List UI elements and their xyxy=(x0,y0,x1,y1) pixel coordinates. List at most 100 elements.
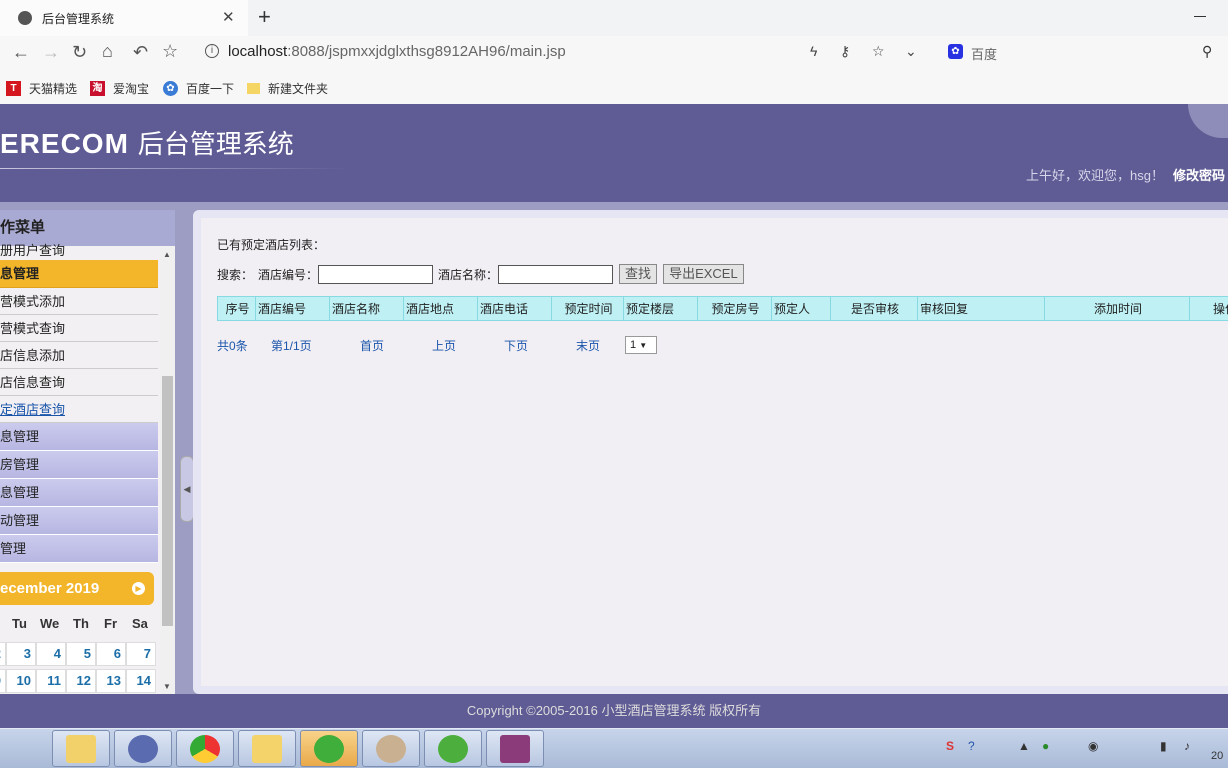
change-password-link[interactable]: 修改密码 xyxy=(1173,165,1225,184)
lightning-icon[interactable]: ϟ xyxy=(810,43,817,59)
hotel-name-input[interactable] xyxy=(498,264,614,284)
sidebar-category-info[interactable]: 息管理 xyxy=(0,423,158,451)
info-icon[interactable]: i xyxy=(205,44,219,58)
calendar-day[interactable]: 11 xyxy=(36,669,66,693)
chrome-icon xyxy=(190,735,220,763)
calendar-day[interactable]: 3 xyxy=(6,642,36,666)
reload-icon[interactable]: ↻ xyxy=(72,42,87,63)
column-header: 预定时间 xyxy=(551,296,624,321)
calendar-day[interactable]: 6 xyxy=(96,642,126,666)
search-icon[interactable]: ⚲ xyxy=(1202,43,1212,60)
taskbar-tools[interactable] xyxy=(52,730,110,767)
export-excel-button[interactable]: 导出EXCEL xyxy=(663,264,744,284)
dreamweaver-icon xyxy=(438,735,468,763)
pager-first-link[interactable]: 首页 xyxy=(360,337,384,354)
help-icon[interactable]: ? xyxy=(968,739,975,753)
sidebar-item-hotel-add[interactable]: 店信息添加 xyxy=(0,342,158,369)
table-header-row: 序号 酒店编号 酒店名称 酒店地点 酒店电话 预定时间 预定楼层 预定房号 预定… xyxy=(217,296,1228,321)
calendar-day[interactable]: 12 xyxy=(66,669,96,693)
pager-prev-link[interactable]: 上页 xyxy=(432,337,456,354)
column-header: 酒店名称 xyxy=(329,296,404,321)
calendar-day[interactable]: 7 xyxy=(126,642,156,666)
column-header: 是否审核 xyxy=(830,296,918,321)
calendar-day[interactable]: 4 xyxy=(36,642,66,666)
weekday-label: Sa xyxy=(132,616,148,631)
sidebar-scrollbar[interactable]: ▲ ▼ xyxy=(160,246,175,694)
folder-icon xyxy=(252,735,282,763)
sidebar-item-user-query[interactable]: 册用户查询 xyxy=(0,244,158,260)
sidebar-item-booked-hotel-query[interactable]: 定酒店查询 xyxy=(0,396,158,423)
taskbar-chrome[interactable] xyxy=(176,730,234,767)
volume-icon[interactable]: ♪ xyxy=(1184,739,1190,753)
column-header: 预定楼层 xyxy=(623,296,698,321)
calendar-day[interactable]: 10 xyxy=(6,669,36,693)
back-icon[interactable]: ← xyxy=(12,42,30,63)
minimize-icon[interactable] xyxy=(1194,16,1206,17)
undo-icon[interactable]: ↶ xyxy=(133,42,148,63)
list-title: 已有预定酒店列表： xyxy=(217,238,326,252)
sidebar-item-info-management-active[interactable]: 息管理 xyxy=(0,260,158,288)
sidebar-category-activities[interactable]: 动管理 xyxy=(0,507,158,535)
hotel-name-label: 酒店名称： xyxy=(438,267,499,282)
star-icon[interactable]: ☆ xyxy=(872,43,885,60)
sidebar-item-mode-query[interactable]: 营模式查询 xyxy=(0,315,158,342)
column-header: 添加时间 xyxy=(1044,296,1190,321)
sogou-icon[interactable]: S xyxy=(946,739,954,753)
taskbar-winrar[interactable] xyxy=(486,730,544,767)
key-icon[interactable]: ⚷ xyxy=(840,43,850,60)
bookmark-star-icon[interactable]: ☆ xyxy=(162,41,178,62)
greeting-text: 上午好，欢迎您，hsg！ xyxy=(1026,168,1164,183)
signal-icon[interactable]: ▮ xyxy=(1160,739,1167,753)
page-select[interactable]: 1 ▼ xyxy=(625,336,657,354)
home-icon[interactable]: ⌂ xyxy=(102,41,113,62)
taskbar-explorer[interactable] xyxy=(238,730,296,767)
pager-page: 第1/1页 xyxy=(271,339,312,353)
eclipse-icon xyxy=(128,735,158,763)
column-header: 酒店电话 xyxy=(477,296,552,321)
calendar-next-icon[interactable]: ▶ xyxy=(132,582,145,595)
calendar-day[interactable]: 13 xyxy=(96,669,126,693)
forward-icon[interactable]: → xyxy=(42,42,60,63)
pager-last-link[interactable]: 末页 xyxy=(576,337,600,354)
sidebar-category-management[interactable]: 管理 xyxy=(0,535,158,563)
taobao-icon: 淘 xyxy=(90,81,105,96)
bookmark-folder[interactable]: 新建文件夹 xyxy=(247,80,328,97)
calendar-day[interactable]: 5 xyxy=(66,642,96,666)
sidebar-category-info-2[interactable]: 息管理 xyxy=(0,479,158,507)
column-header: 预定房号 xyxy=(697,296,772,321)
sidebar-item-hotel-query[interactable]: 店信息查询 xyxy=(0,369,158,396)
scrollbar-thumb[interactable] xyxy=(162,376,173,626)
hotel-no-input[interactable] xyxy=(318,264,434,284)
scroll-up-icon[interactable]: ▲ xyxy=(163,250,171,259)
bookmark-baidu[interactable]: ✿ 百度一下 xyxy=(163,80,234,97)
tools-icon xyxy=(66,735,96,763)
app-icon xyxy=(376,735,406,763)
url-field[interactable]: localhost:8088/jspmxxjdglxthsg8912AH96/m… xyxy=(228,43,566,60)
taskbar-app[interactable] xyxy=(362,730,420,767)
browser-tab[interactable]: 后台管理系统 ✕ xyxy=(0,0,248,36)
sidebar-item-mode-add[interactable]: 营模式添加 xyxy=(0,288,158,315)
weekday-label: Fr xyxy=(104,616,117,631)
bookmark-aitaobao[interactable]: 淘爱淘宝 xyxy=(90,80,149,97)
taskbar-dreamweaver[interactable] xyxy=(424,730,482,767)
taskbar-ie[interactable] xyxy=(300,730,358,767)
chevron-down-icon[interactable]: ⌄ xyxy=(905,43,917,60)
network-status-icon[interactable]: ● xyxy=(1042,739,1049,753)
search-engine-label[interactable]: 百度 xyxy=(971,44,997,63)
taskbar-eclipse[interactable] xyxy=(114,730,172,767)
bookmark-tmall[interactable]: T 天猫精选 xyxy=(6,80,77,97)
booking-table: 序号 酒店编号 酒店名称 酒店地点 酒店电话 预定时间 预定楼层 预定房号 预定… xyxy=(217,296,1228,321)
calendar-day[interactable]: 14 xyxy=(126,669,156,693)
scroll-down-icon[interactable]: ▼ xyxy=(163,682,171,691)
new-tab-icon[interactable]: + xyxy=(258,4,271,30)
find-button[interactable]: 查找 xyxy=(619,264,658,284)
address-bar xyxy=(0,36,1228,74)
sidebar-collapse-handle[interactable]: ◀ xyxy=(180,456,194,522)
tray-expand-icon[interactable]: ▲ xyxy=(1018,739,1030,753)
winrar-icon xyxy=(500,735,530,763)
clock[interactable]: 20 xyxy=(1211,750,1223,762)
pager-next-link[interactable]: 下页 xyxy=(504,337,528,354)
close-tab-icon[interactable]: ✕ xyxy=(222,8,235,26)
sidebar-category-rooms[interactable]: 房管理 xyxy=(0,451,158,479)
qq-icon[interactable]: ◉ xyxy=(1088,739,1098,753)
